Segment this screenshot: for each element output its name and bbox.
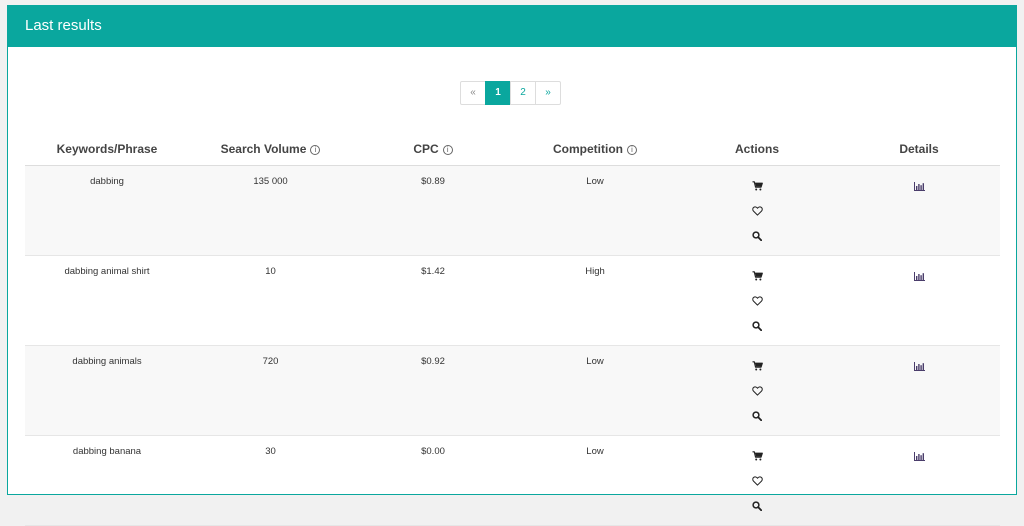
add-to-cart-button[interactable] [750, 269, 764, 283]
info-icon[interactable]: i [310, 144, 321, 155]
cell-actions [676, 435, 838, 526]
table-row: dabbing animals 720 $0.92 Low [25, 345, 1000, 436]
search-keyword-button[interactable] [750, 499, 764, 513]
search-icon [752, 231, 762, 241]
header-search-volume: Search Volume i [189, 132, 352, 166]
favorite-button[interactable] [750, 294, 764, 308]
results-table: Keywords/Phrase Search Volume i CPC i Comp… [25, 132, 1000, 526]
cell-competition: Low [514, 435, 676, 526]
cell-cpc: $0.92 [352, 345, 514, 436]
cell-search-volume: 10 [189, 255, 352, 346]
header-actions: Actions [676, 132, 838, 166]
header-competition: Competition i [514, 132, 676, 166]
add-to-cart-button[interactable] [750, 179, 764, 193]
cell-search-volume: 135 000 [189, 165, 352, 256]
table-row: dabbing banana 30 $0.00 Low [25, 435, 1000, 526]
bar-chart-icon [913, 451, 925, 461]
heart-icon [751, 296, 763, 306]
header-details: Details [838, 132, 1000, 166]
cell-details [838, 255, 1000, 346]
bar-chart-icon [913, 181, 925, 191]
bar-chart-icon [913, 271, 925, 281]
heart-icon [751, 386, 763, 396]
cart-icon [752, 451, 763, 461]
favorite-button[interactable] [750, 474, 764, 488]
cell-keyword: dabbing [25, 165, 189, 256]
search-icon [752, 501, 762, 511]
cell-actions [676, 345, 838, 436]
header-keywords: Keywords/Phrase [25, 132, 189, 166]
search-icon [752, 321, 762, 331]
favorite-button[interactable] [750, 204, 764, 218]
search-keyword-button[interactable] [750, 409, 764, 423]
heart-icon [751, 206, 763, 216]
details-button[interactable] [912, 359, 926, 373]
cell-details [838, 165, 1000, 256]
cell-cpc: $0.00 [352, 435, 514, 526]
search-keyword-button[interactable] [750, 319, 764, 333]
cell-actions [676, 165, 838, 256]
header-cpc: CPC i [352, 132, 514, 166]
cell-keyword: dabbing animal shirt [25, 255, 189, 346]
cell-details [838, 345, 1000, 436]
favorite-button[interactable] [750, 384, 764, 398]
details-button[interactable] [912, 269, 926, 283]
cell-cpc: $0.89 [352, 165, 514, 256]
table-row: dabbing animal shirt 10 $1.42 High [25, 255, 1000, 346]
pagination: « 1 2 » [460, 81, 561, 105]
cell-search-volume: 720 [189, 345, 352, 436]
table-row: dabbing 135 000 $0.89 Low [25, 165, 1000, 256]
pagination-page-1[interactable]: 1 [485, 81, 511, 105]
cart-icon [752, 361, 763, 371]
cart-icon [752, 271, 763, 281]
info-icon[interactable]: i [627, 144, 637, 155]
cell-keyword: dabbing banana [25, 435, 189, 526]
pagination-prev[interactable]: « [460, 81, 486, 105]
cell-competition: High [514, 255, 676, 346]
panel-title: Last results [8, 6, 1016, 47]
pagination-page-2[interactable]: 2 [510, 81, 536, 105]
last-results-panel: Last results « 1 2 » Keywords/Phrase Sea… [7, 5, 1017, 526]
cell-competition: Low [514, 345, 676, 436]
cell-competition: Low [514, 165, 676, 256]
details-button[interactable] [912, 449, 926, 463]
details-button[interactable] [912, 179, 926, 193]
info-icon[interactable]: i [442, 144, 453, 155]
cell-cpc: $1.42 [352, 255, 514, 346]
add-to-cart-button[interactable] [750, 449, 764, 463]
cell-actions [676, 255, 838, 346]
cell-search-volume: 30 [189, 435, 352, 526]
cell-keyword: dabbing animals [25, 345, 189, 436]
table-header-row: Keywords/Phrase Search Volume i CPC i Comp… [25, 132, 1000, 166]
search-keyword-button[interactable] [750, 229, 764, 243]
bar-chart-icon [913, 361, 925, 371]
cart-icon [752, 181, 763, 191]
search-icon [752, 411, 762, 421]
cell-details [838, 435, 1000, 526]
add-to-cart-button[interactable] [750, 359, 764, 373]
pagination-next[interactable]: » [535, 81, 561, 105]
